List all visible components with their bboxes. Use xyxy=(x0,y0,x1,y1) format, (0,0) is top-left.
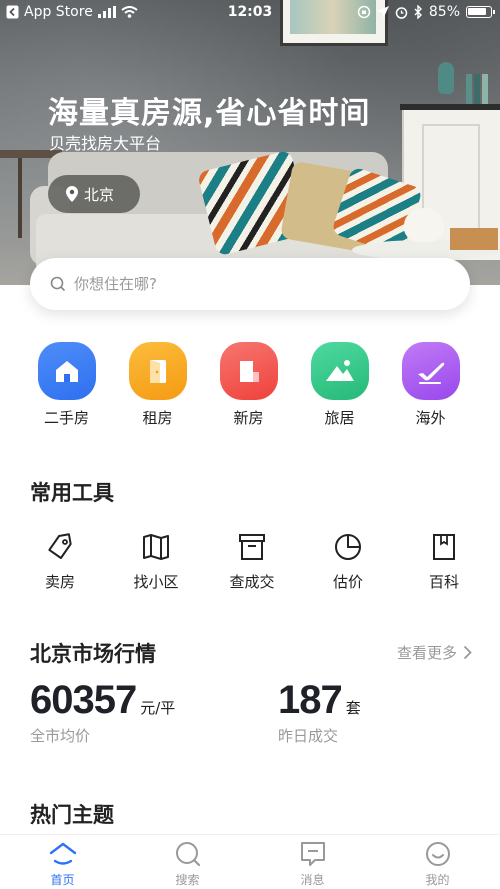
tool-label: 卖房 xyxy=(44,573,75,591)
vase-decoration xyxy=(438,62,454,94)
tab-messages[interactable]: 消息 xyxy=(250,835,375,889)
tab-label: 我的 xyxy=(425,873,450,887)
tools-section-title: 常用工具 xyxy=(30,481,114,505)
hero-subtitle: 贝壳找房大平台 xyxy=(49,134,162,153)
tools-row: 卖房 找小区 查成交 估价 百科 xyxy=(0,532,500,592)
tab-label: 消息 xyxy=(300,873,325,887)
book-icon xyxy=(433,534,455,560)
book-decoration xyxy=(466,74,472,104)
location-pin-icon xyxy=(66,186,78,202)
avg-price-stat[interactable]: 60357 元/平 全市均价 xyxy=(30,678,175,746)
deals-value: 187 xyxy=(278,678,343,722)
battery-icon xyxy=(466,6,495,18)
book-decoration xyxy=(474,74,480,104)
category-label: 二手房 xyxy=(43,409,89,427)
battery-percent: 85% xyxy=(428,4,460,20)
search-bar[interactable] xyxy=(30,258,470,310)
avg-price-value: 60357 xyxy=(30,678,137,722)
avg-price-label: 全市均价 xyxy=(30,727,91,745)
profile-icon xyxy=(425,842,450,866)
building-icon xyxy=(219,342,278,400)
tool-label: 查成交 xyxy=(229,573,275,591)
tab-search[interactable]: 搜索 xyxy=(125,835,250,889)
tab-home[interactable]: 首页 xyxy=(0,835,125,889)
category-rent[interactable]: 租房 xyxy=(112,342,203,428)
tab-label: 首页 xyxy=(50,873,75,887)
category-label: 新房 xyxy=(233,409,264,427)
book-decoration xyxy=(482,74,488,104)
tool-label: 找小区 xyxy=(133,573,179,591)
home-icon xyxy=(49,842,76,865)
status-bar: App Store 12:03 85% xyxy=(0,0,500,26)
hero-title: 海量真房源,省心省时间 xyxy=(48,96,371,131)
city-selector-button[interactable]: 北京 xyxy=(48,175,140,213)
hot-topics-title: 热门主题 xyxy=(30,803,114,827)
rotation-lock-icon xyxy=(357,5,371,19)
tab-profile[interactable]: 我的 xyxy=(375,835,500,889)
tab-bar: 首页 搜索 消息 我的 xyxy=(0,834,500,889)
tool-check-deals[interactable]: 查成交 xyxy=(204,532,300,592)
market-section-title: 北京市场行情 xyxy=(30,642,156,666)
category-second-hand[interactable]: 二手房 xyxy=(21,342,112,428)
category-overseas[interactable]: 海外 xyxy=(385,342,476,428)
view-more-link[interactable]: 查看更多 xyxy=(397,642,472,663)
deals-unit: 套 xyxy=(345,699,361,717)
search-icon xyxy=(50,276,66,292)
chevron-right-icon xyxy=(463,645,472,660)
archive-icon xyxy=(239,534,265,560)
tool-valuation[interactable]: 估价 xyxy=(300,532,396,592)
view-more-label: 查看更多 xyxy=(396,644,457,662)
side-table-leg xyxy=(18,158,22,238)
plane-icon xyxy=(401,342,460,400)
deals-label: 昨日成交 xyxy=(278,727,339,745)
tag-icon xyxy=(48,533,72,560)
pie-chart-icon xyxy=(335,534,361,560)
tool-label: 百科 xyxy=(428,573,459,591)
map-icon xyxy=(143,534,169,560)
tool-find-community[interactable]: 找小区 xyxy=(108,532,204,592)
tool-label: 估价 xyxy=(332,573,363,591)
category-label: 海外 xyxy=(415,409,446,427)
location-arrow-icon xyxy=(376,6,389,18)
category-new-home[interactable]: 新房 xyxy=(203,342,294,428)
alarm-icon xyxy=(395,6,408,19)
tab-label: 搜索 xyxy=(175,873,200,887)
door-icon xyxy=(128,342,187,400)
message-icon xyxy=(300,842,325,866)
tool-sell-house[interactable]: 卖房 xyxy=(12,532,108,592)
avg-price-unit: 元/平 xyxy=(140,699,176,717)
search-icon xyxy=(175,842,200,867)
mountain-icon xyxy=(310,342,369,400)
search-input[interactable] xyxy=(74,275,434,293)
house-icon xyxy=(37,342,96,400)
category-label: 租房 xyxy=(142,409,173,427)
category-label: 旅居 xyxy=(324,409,355,427)
category-travel-living[interactable]: 旅居 xyxy=(294,342,385,428)
city-label: 北京 xyxy=(84,185,115,204)
category-row: 二手房 租房 新房 旅居 海外 xyxy=(0,342,500,428)
hero-banner[interactable]: 海量真房源,省心省时间 贝壳找房大平台 北京 xyxy=(0,0,500,285)
teapot xyxy=(404,208,444,242)
bluetooth-icon xyxy=(414,5,422,19)
tool-encyclopedia[interactable]: 百科 xyxy=(396,532,492,592)
deals-stat[interactable]: 187 套 昨日成交 xyxy=(278,678,361,746)
wooden-box xyxy=(450,228,498,250)
